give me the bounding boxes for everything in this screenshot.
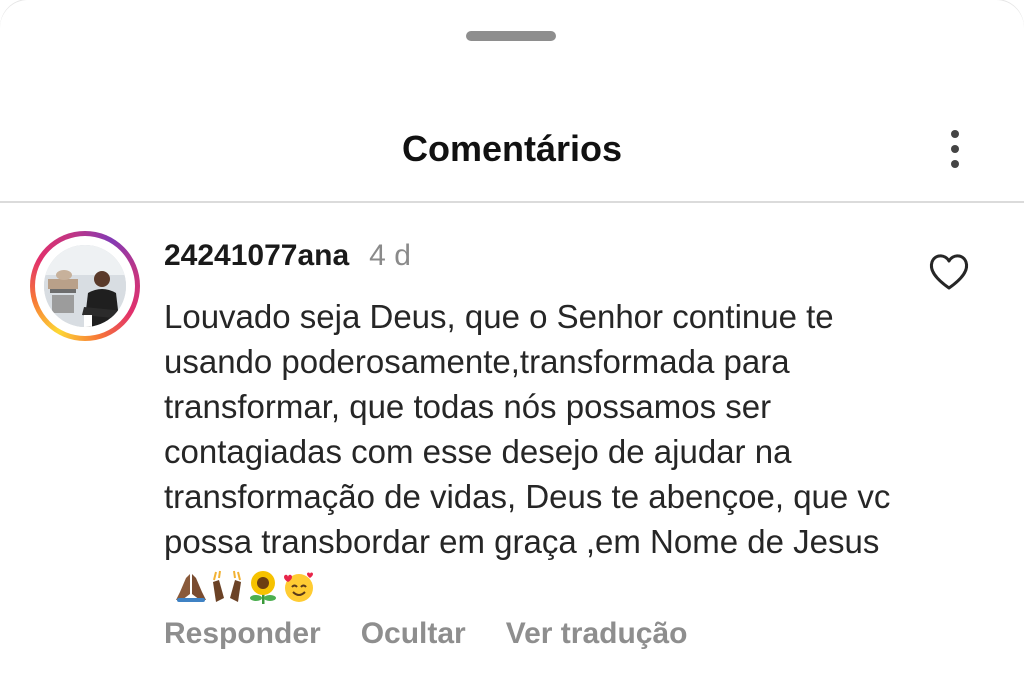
comment-actions: Responder Ocultar Ver tradução [164, 617, 687, 651]
comment-body: Louvado seja Deus, que o Senhor continue… [164, 294, 924, 609]
comment-text: Louvado seja Deus, que o Senhor continue… [164, 298, 891, 560]
translate-button[interactable]: Ver tradução [506, 617, 688, 651]
comment-timestamp: 4 d [369, 239, 411, 272]
comments-sheet: Comentários 24241077ana 4 d Louvado seja… [0, 0, 1024, 688]
avatar[interactable] [30, 231, 140, 341]
more-options-icon[interactable] [938, 124, 972, 174]
heart-outline-icon[interactable] [928, 252, 970, 292]
reply-button[interactable]: Responder [164, 617, 321, 651]
hide-button[interactable]: Ocultar [361, 617, 466, 651]
sheet-title: Comentários [401, 128, 623, 169]
smiling-face-with-hearts-emoji [284, 572, 313, 602]
comment-header: 24241077ana 4 d [164, 236, 411, 276]
comment-emojis [174, 570, 316, 604]
comment-username[interactable]: 24241077ana [164, 239, 349, 273]
sunflower-emoji [250, 571, 276, 604]
raising-hands-emoji [213, 570, 241, 602]
folded-hands-emoji [176, 574, 206, 602]
drag-handle[interactable] [466, 31, 556, 41]
header-divider [0, 201, 1024, 203]
